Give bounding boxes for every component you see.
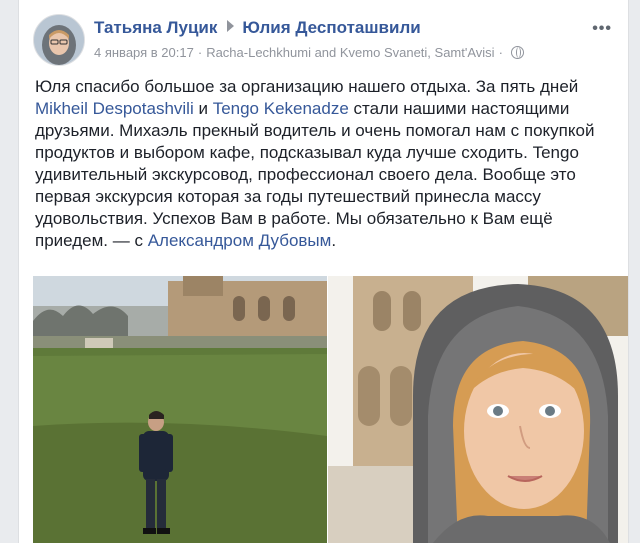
- author-link[interactable]: Татьяна Луцик: [94, 18, 217, 37]
- post-text-part: стали нашими настоящими друзьями. Михаэл…: [35, 99, 595, 250]
- post-date[interactable]: 4 января в 20:17: [94, 45, 194, 60]
- post-location[interactable]: Racha-Lechkhumi and Kvemo Svaneti, Samt'…: [206, 45, 494, 60]
- post-text: Юля спасибо большое за организацию нашег…: [35, 76, 613, 252]
- mention-link[interactable]: Александром Дубовым: [148, 231, 332, 250]
- more-options-button[interactable]: •••: [592, 20, 612, 38]
- post-text-part: Юля спасибо большое за организацию нашег…: [35, 77, 579, 96]
- arrow-right-icon: [227, 20, 235, 32]
- globe-icon[interactable]: [510, 46, 524, 59]
- avatar[interactable]: [33, 14, 85, 66]
- post-meta: 4 января в 20:17 · Racha-Lechkhumi and Kve…: [94, 45, 524, 60]
- photo-man-at-church[interactable]: [33, 276, 327, 543]
- photo-woman-selfie[interactable]: [328, 276, 628, 543]
- post-card: Татьяна Луцик Юлия Деспоташвили 4 января …: [18, 0, 629, 543]
- post-names: Татьяна Луцик Юлия Деспоташвили: [94, 18, 421, 38]
- mention-link[interactable]: Tengo Kekenadze: [213, 99, 349, 118]
- post-text-part: и: [193, 99, 213, 118]
- post-header: Татьяна Луцик Юлия Деспоташвили 4 января …: [33, 14, 614, 66]
- post-text-part: .: [331, 231, 337, 250]
- mention-link[interactable]: Mikheil Despotashvili: [35, 99, 194, 118]
- photo-grid: [19, 276, 628, 543]
- meta-separator-2: ·: [498, 45, 503, 60]
- meta-separator: ·: [197, 45, 203, 60]
- recipient-link[interactable]: Юлия Деспоташвили: [242, 18, 420, 37]
